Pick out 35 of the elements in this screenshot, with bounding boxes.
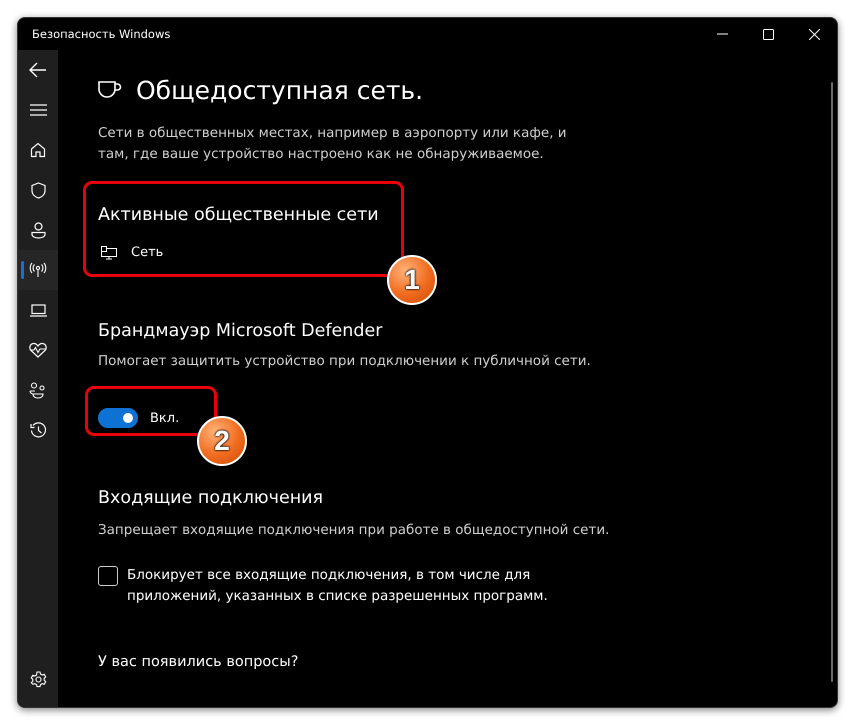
menu-icon: [30, 104, 46, 116]
heart-pulse-icon: [29, 342, 47, 358]
back-arrow-icon: [29, 62, 47, 78]
shield-icon: [30, 182, 46, 198]
laptop-icon: [30, 304, 46, 316]
section-description: Запрещает входящие подключения при работе в общедоступной сети.: [98, 521, 610, 540]
selection-indicator: [21, 261, 24, 279]
page-title: Общедоступная сеть.: [136, 76, 424, 105]
annotation-number: 2: [197, 416, 247, 466]
minimize-icon: [716, 33, 728, 35]
toggle-label: Вкл.: [150, 410, 180, 426]
network-icon: [101, 246, 117, 260]
window-title: Безопасность Windows: [32, 27, 170, 41]
section-heading: Активные общественные сети: [98, 205, 380, 225]
maximize-icon: [762, 28, 774, 40]
family-icon: [29, 382, 47, 398]
help-heading: У вас появились вопросы?: [98, 654, 300, 670]
settings-icon: [30, 670, 46, 688]
annotation-number: 1: [387, 255, 437, 305]
history-clock-icon: [30, 422, 46, 438]
section-heading: Брандмауэр Microsoft Defender: [98, 321, 384, 341]
close-icon: [808, 28, 820, 40]
block-checkbox[interactable]: [98, 566, 118, 586]
antenna-icon: [29, 262, 47, 278]
firewall-toggle[interactable]: [98, 408, 138, 428]
nav-item[interactable]: [18, 250, 58, 290]
scrollbar[interactable]: [831, 82, 833, 682]
cup-icon: [98, 80, 122, 100]
section-description: Помогает защитить устройство при подключении к публичной сети.: [98, 352, 592, 371]
page-description: Сети в общественных местах, например в аэропорту или кафе, и там, где ваше устройство настроено как не обнаруживаемое.: [98, 124, 568, 164]
person-icon: [30, 222, 46, 238]
section-heading: Входящие подключения: [98, 488, 324, 508]
checkbox-label: Блокирует все входящие подключения, в том числе для приложений, указанных в списке разрешенных программ.: [127, 566, 549, 606]
home-icon: [30, 142, 46, 158]
network-name[interactable]: Сеть: [131, 245, 164, 260]
